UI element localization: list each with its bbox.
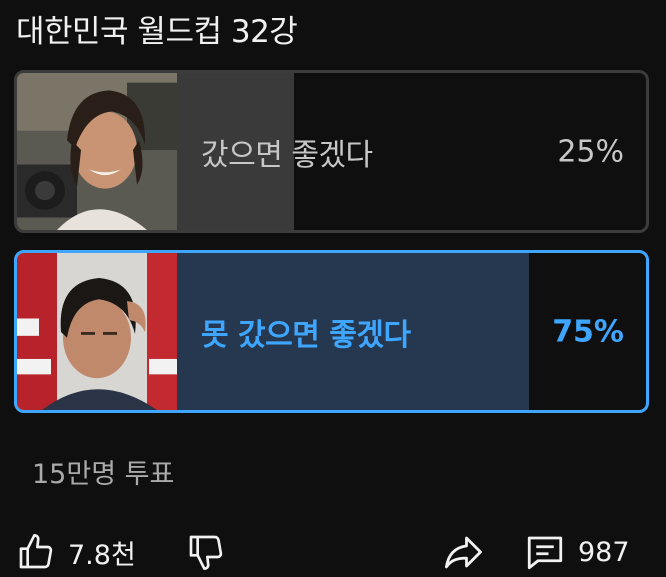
share-arrow-icon (444, 536, 482, 569)
poll-option-2[interactable]: 못 갔으면 좋겠다 75% (14, 250, 649, 413)
like-button[interactable]: 7.8천 (16, 527, 136, 577)
thumbs-down-icon (189, 535, 223, 570)
comment-count: 987 (578, 536, 630, 568)
option-2-percent: 75% (552, 314, 624, 349)
action-bar: 7.8천 987 (0, 527, 666, 577)
comments-button[interactable]: 987 (524, 527, 630, 577)
option-1-photo (17, 73, 177, 230)
option-2-photo (17, 253, 177, 410)
comment-icon (527, 536, 563, 570)
like-count: 7.8천 (68, 539, 136, 571)
post-title: 대한민국 월드컵 32강 (16, 14, 298, 50)
vote-count: 15만명 투표 (32, 459, 175, 490)
option-1-label: 갔으면 좋겠다 (201, 137, 373, 173)
share-button[interactable] (442, 527, 484, 577)
poll-option-1[interactable]: 갔으면 좋겠다 25% (14, 70, 649, 233)
dislike-button[interactable] (186, 527, 226, 577)
thumbs-up-icon (19, 534, 53, 569)
option-2-label: 못 갔으면 좋겠다 (201, 317, 411, 353)
option-1-percent: 25% (557, 134, 624, 169)
